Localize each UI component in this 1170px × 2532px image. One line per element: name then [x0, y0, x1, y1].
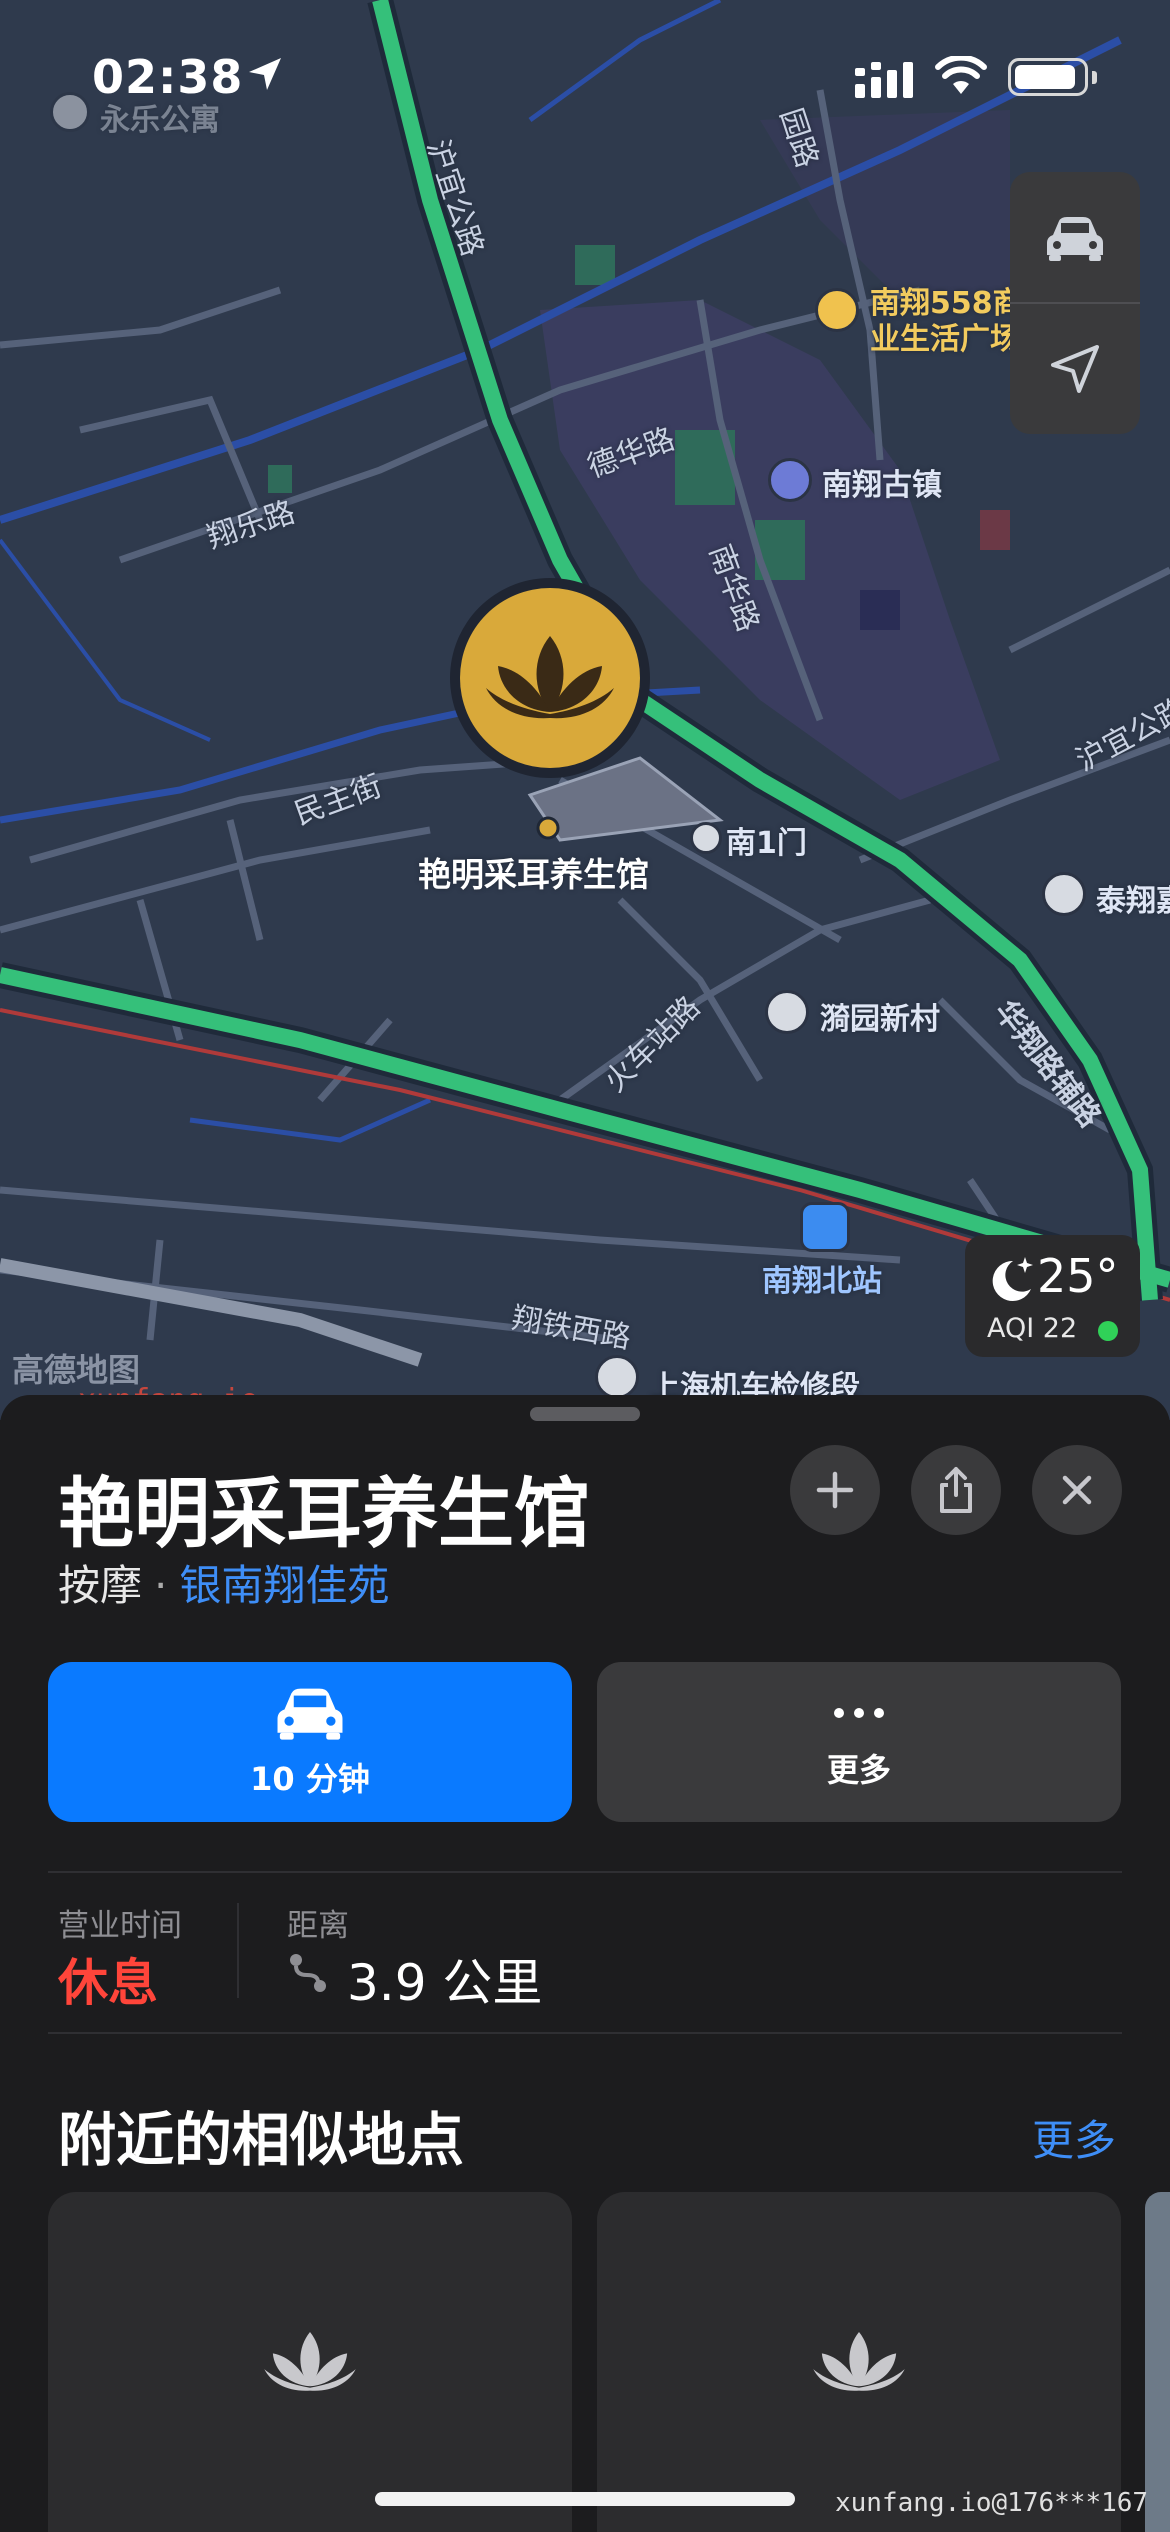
- bottom-watermark: xunfang.io@176***167: [835, 2488, 1149, 2518]
- sheet-grabber[interactable]: [530, 1407, 640, 1421]
- cellular-signal-icon: [855, 62, 913, 98]
- wifi-icon: [935, 56, 987, 94]
- location-link[interactable]: 银南翔佳苑: [179, 1561, 389, 1610]
- car-icon: [1047, 216, 1103, 261]
- car-icon: [277, 1688, 343, 1740]
- moon-stars-icon: [992, 1257, 1033, 1301]
- lotus-icon[interactable]: [480, 628, 620, 728]
- hours-label: 营业时间: [58, 1908, 182, 1944]
- lotus-icon: [264, 2332, 356, 2391]
- distance-value: 3.9 公里: [347, 1954, 543, 2012]
- current-location-button[interactable]: [1010, 303, 1140, 434]
- add-button[interactable]: [790, 1445, 880, 1535]
- place-title: 艳明采耳养生馆: [58, 1469, 590, 1558]
- map-controls: [1010, 172, 1140, 434]
- plus-icon: [816, 1471, 854, 1509]
- home-icon[interactable]: [1042, 872, 1086, 916]
- ellipsis-icon: [834, 1708, 884, 1718]
- poi-label-yiyuan[interactable]: 漪园新村: [820, 994, 940, 1038]
- share-icon: [940, 1467, 972, 1513]
- battery-icon: [1008, 58, 1097, 96]
- distance-label: 距离: [287, 1908, 349, 1944]
- place-card-sheet[interactable]: 艳明采耳养生馆 按摩 · 银南翔佳苑 10 分钟 更多 营业时间 休息 距离 3…: [0, 1395, 1170, 2532]
- divider: [48, 2032, 1122, 2034]
- close-icon: [1062, 1475, 1092, 1505]
- home-icon[interactable]: [765, 990, 809, 1034]
- entrance-arrow-icon[interactable]: [690, 822, 722, 854]
- place-category: 按摩: [58, 1561, 143, 1610]
- location-arrow-icon: [1051, 344, 1099, 393]
- more-actions-label: 更多: [826, 1751, 891, 1789]
- poi-label-nanxiang558-line2[interactable]: 业生活广场: [870, 314, 1020, 358]
- shopping-bag-icon[interactable]: [815, 288, 859, 332]
- map-view[interactable]: 沪宜公路 德华路 翔乐路 民主街 南华路 火车站路 华翔路辅路 翔铁西路 沪宜公…: [0, 0, 1170, 1420]
- weather-widget[interactable]: 25° AQI 22: [965, 1235, 1140, 1357]
- lotus-icon: [813, 2332, 905, 2391]
- directions-label: 10 分钟: [250, 1760, 370, 1798]
- nearby-section-title: 附近的相似地点: [58, 2106, 465, 2174]
- more-actions-button[interactable]: 更多: [597, 1662, 1121, 1822]
- nearby-more-link[interactable]: 更多: [1032, 2107, 1116, 2168]
- home-indicator[interactable]: [375, 2492, 795, 2506]
- hours-status[interactable]: 休息: [58, 1943, 158, 2015]
- close-button[interactable]: [1032, 1445, 1122, 1535]
- weather-temperature: 25°: [1037, 1249, 1119, 1303]
- status-time: 02:38: [92, 50, 244, 104]
- place-subtitle: 按摩 · 银南翔佳苑: [58, 1552, 389, 1613]
- selected-place-label[interactable]: 艳明采耳养生馆: [418, 848, 649, 896]
- nearby-place-card[interactable]: [48, 2192, 572, 2532]
- weather-aqi: AQI 22: [987, 1313, 1078, 1344]
- train-station-icon[interactable]: [800, 1202, 850, 1252]
- map-mode-button[interactable]: [1010, 172, 1140, 303]
- factory-icon[interactable]: [595, 1355, 639, 1399]
- poi-label-south-gate[interactable]: 南1门: [726, 818, 807, 862]
- poi-label-taixiang[interactable]: 泰翔嘉: [1096, 876, 1170, 920]
- poi-label-nanxiang-north[interactable]: 南翔北站: [762, 1256, 882, 1300]
- subtitle-separator: ·: [154, 1561, 168, 1610]
- nearby-place-card[interactable]: [597, 2192, 1121, 2532]
- landmark-icon[interactable]: [768, 458, 812, 502]
- status-bar: 02:38: [0, 0, 1170, 150]
- divider: [48, 1871, 1122, 1873]
- aqi-status-dot: [1098, 1321, 1118, 1341]
- route-icon: [290, 1954, 326, 1992]
- info-separator: [237, 1903, 239, 1998]
- directions-button[interactable]: 10 分钟: [48, 1662, 572, 1822]
- poi-label-nanxiang-old-town[interactable]: 南翔古镇: [822, 460, 942, 504]
- share-button[interactable]: [911, 1445, 1001, 1535]
- nearby-place-card[interactable]: [1145, 2192, 1170, 2532]
- location-arrow-icon: [249, 58, 281, 90]
